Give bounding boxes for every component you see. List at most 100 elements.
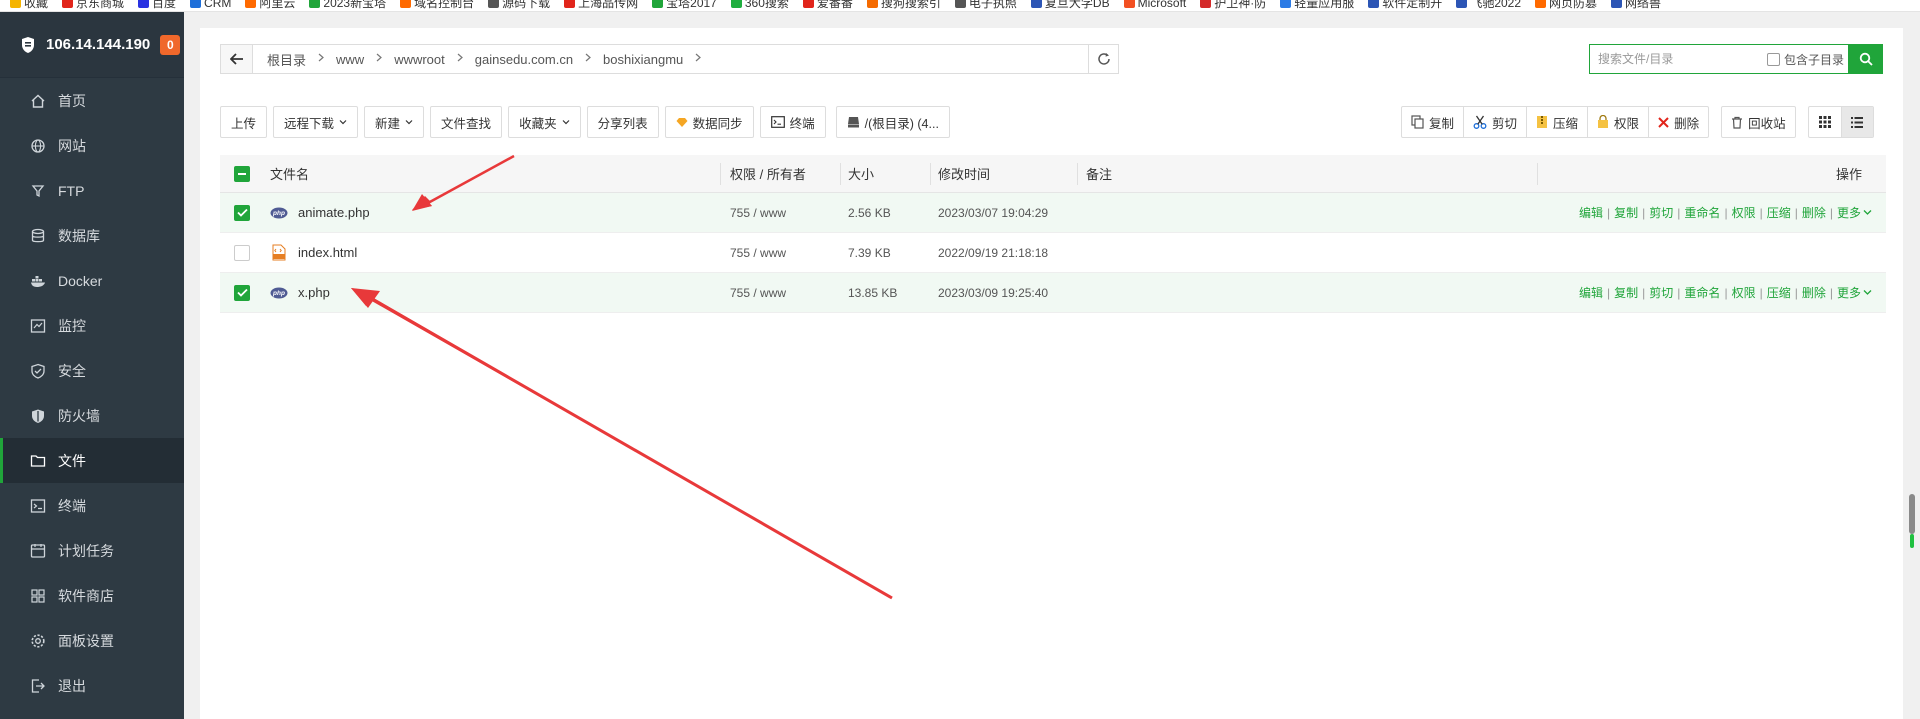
include-subdir-checkbox[interactable]	[1766, 52, 1780, 66]
bookmark-item[interactable]: 上海品传网	[564, 0, 638, 9]
list-view-button[interactable]	[1840, 107, 1873, 137]
breadcrumb-item[interactable]: gainsedu.com.cn	[471, 52, 577, 67]
search-button[interactable]	[1849, 44, 1883, 74]
row-op-7[interactable]: 更多	[1837, 204, 1861, 221]
breadcrumb-item[interactable]: wwwroot	[390, 52, 449, 67]
bookmark-item[interactable]: 百度	[138, 0, 176, 9]
sidebar-item-12[interactable]: 面板设置	[0, 618, 184, 663]
sidebar-item-7[interactable]: 防火墙	[0, 393, 184, 438]
file-name-cell[interactable]: php x.php	[270, 284, 330, 302]
row-op-5[interactable]: 压缩	[1767, 204, 1791, 221]
header-filename[interactable]: 文件名	[270, 164, 309, 183]
sidebar-item-0[interactable]: 首页	[0, 78, 184, 123]
sidebar-item-2[interactable]: FTP	[0, 168, 184, 213]
row-op-3[interactable]: 重命名	[1684, 284, 1720, 301]
bookmark-item[interactable]: 360搜索	[730, 0, 789, 9]
sidebar-item-11[interactable]: 软件商店	[0, 573, 184, 618]
row-op-2[interactable]: 剪切	[1649, 204, 1673, 221]
row-op-1[interactable]: 复制	[1614, 284, 1638, 301]
sidebar-item-5[interactable]: 监控	[0, 303, 184, 348]
bookmark-item[interactable]: 电子执照	[954, 0, 1017, 9]
file-name[interactable]: animate.php	[298, 205, 370, 220]
file-permission[interactable]: 755 / www	[730, 286, 786, 300]
remote-download-button[interactable]: 远程下载	[273, 106, 359, 138]
bookmark-item[interactable]: 源码下载	[488, 0, 550, 9]
notification-badge[interactable]: 0	[160, 34, 181, 55]
row-op-3[interactable]: 重命名	[1684, 204, 1720, 221]
back-button[interactable]	[221, 45, 253, 73]
row-op-4[interactable]: 权限	[1732, 284, 1756, 301]
row-checkbox[interactable]	[234, 284, 250, 301]
bookmark-item[interactable]: 2023新宝塔	[309, 0, 386, 9]
bookmark-item[interactable]: 护卫神·防	[1200, 0, 1266, 9]
page-scrollbar[interactable]	[1909, 494, 1915, 534]
disk-button[interactable]: /(根目录) (4...	[835, 106, 950, 138]
bookmark-item[interactable]: 网页防篡	[1535, 0, 1597, 9]
header-size[interactable]: 大小	[848, 164, 874, 183]
sidebar-item-6[interactable]: 安全	[0, 348, 184, 393]
bookmark-item[interactable]: 域名控制台	[400, 0, 474, 9]
recycle-bin-button[interactable]: 回收站	[1722, 107, 1795, 137]
row-op-0[interactable]: 编辑	[1579, 204, 1603, 221]
row-checkbox[interactable]	[234, 244, 250, 261]
file-name[interactable]: x.php	[298, 285, 330, 300]
file-name-cell[interactable]: index.html	[270, 244, 357, 262]
file-permission[interactable]: 755 / www	[730, 246, 786, 260]
row-op-0[interactable]: 编辑	[1579, 284, 1603, 301]
row-op-6[interactable]: 删除	[1802, 284, 1826, 301]
header-permission[interactable]: 权限 / 所有者	[730, 164, 806, 183]
breadcrumb-item[interactable]: 根目录	[263, 50, 310, 69]
bookmark-item[interactable]: 软件定制开	[1368, 0, 1442, 9]
share-list-button[interactable]: 分享列表	[586, 106, 659, 138]
bookmark-item[interactable]: 轻量应用服	[1280, 0, 1354, 9]
sidebar-item-1[interactable]: 网站	[0, 123, 184, 168]
batch-permission-button[interactable]: 权限	[1588, 107, 1650, 137]
select-all-checkbox[interactable]	[234, 165, 250, 182]
terminal-button[interactable]: 终端	[759, 106, 826, 138]
favorites-button[interactable]: 收藏夹	[508, 106, 581, 138]
bookmark-item[interactable]: 京东商城	[62, 0, 124, 9]
row-op-5[interactable]: 压缩	[1767, 284, 1791, 301]
bookmark-item[interactable]: 收藏	[10, 0, 48, 9]
table-row[interactable]: php x.php 755 / www 13.85 KB 2023/03/09 19:2…	[220, 273, 1886, 313]
sidebar-item-3[interactable]: 数据库	[0, 213, 184, 258]
new-button[interactable]: 新建	[364, 106, 425, 138]
bookmark-item[interactable]: 复旦大学DB	[1030, 0, 1110, 9]
bookmark-item[interactable]: 阿里云	[245, 0, 295, 9]
row-op-6[interactable]: 删除	[1802, 204, 1826, 221]
bookmark-item[interactable]: 宝塔2017	[652, 0, 717, 9]
bookmark-item[interactable]: 爱番番	[802, 0, 853, 9]
include-subdir-toggle[interactable]: 包含子目录	[1766, 51, 1848, 68]
breadcrumb-item[interactable]: www	[332, 52, 368, 67]
sidebar-item-4[interactable]: Docker	[0, 258, 184, 303]
refresh-button[interactable]	[1088, 45, 1118, 73]
grid-view-button[interactable]	[1809, 107, 1841, 137]
file-permission[interactable]: 755 / www	[730, 206, 786, 220]
bookmark-item[interactable]: 搜狗搜索引	[866, 0, 941, 9]
row-op-2[interactable]: 剪切	[1649, 284, 1673, 301]
file-name-cell[interactable]: php animate.php	[270, 204, 370, 222]
bookmark-item[interactable]: Microsoft	[1123, 0, 1186, 9]
bookmark-item[interactable]: CRM	[190, 0, 231, 9]
row-checkbox[interactable]	[234, 204, 250, 221]
table-row[interactable]: php animate.php 755 / www 2.56 KB 2023/03/07…	[220, 193, 1886, 233]
breadcrumb-item[interactable]: boshixiangmu	[599, 52, 687, 67]
upload-button[interactable]: 上传	[220, 106, 268, 138]
file-find-button[interactable]: 文件查找	[430, 106, 503, 138]
bookmark-item[interactable]: 飞驰2022	[1456, 0, 1521, 9]
table-row[interactable]: index.html 755 / www 7.39 KB 2022/09/19 21:…	[220, 233, 1886, 273]
header-modified-time[interactable]: 修改时间	[938, 164, 990, 183]
batch-delete-button[interactable]: 删除	[1649, 107, 1708, 137]
sidebar-item-13[interactable]: 退出	[0, 663, 184, 708]
batch-cut-button[interactable]: 剪切	[1464, 107, 1528, 137]
bookmark-item[interactable]: 网络兽	[1611, 0, 1661, 9]
sidebar-item-8[interactable]: 文件	[0, 438, 184, 483]
search-input[interactable]	[1590, 45, 1767, 73]
file-name[interactable]: index.html	[298, 245, 357, 260]
batch-copy-button[interactable]: 复制	[1402, 107, 1465, 137]
row-op-1[interactable]: 复制	[1614, 204, 1638, 221]
row-op-4[interactable]: 权限	[1732, 204, 1756, 221]
batch-compress-button[interactable]: 压缩	[1527, 107, 1589, 137]
data-sync-button[interactable]: 数据同步	[664, 106, 754, 138]
row-op-7[interactable]: 更多	[1837, 284, 1861, 301]
